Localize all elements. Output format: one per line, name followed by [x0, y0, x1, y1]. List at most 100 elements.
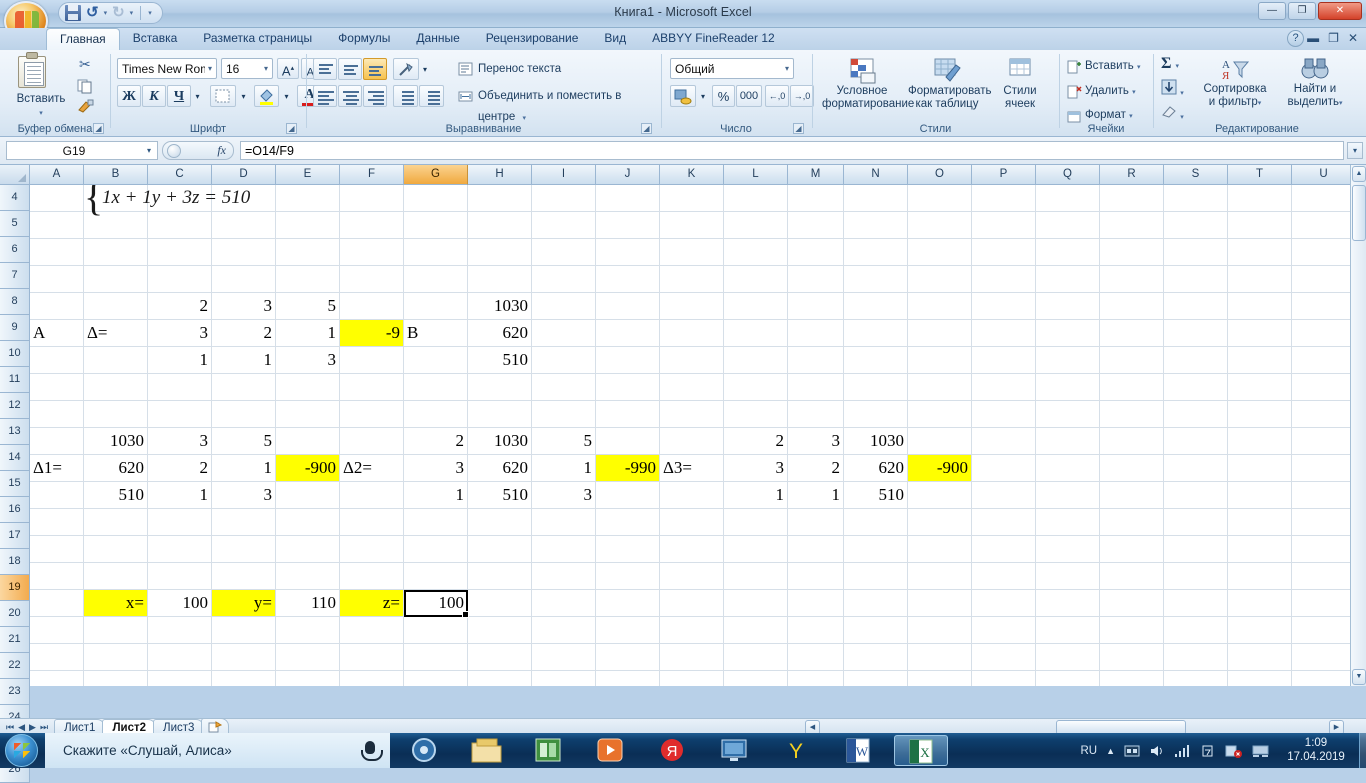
taskbar-yandex[interactable]: Y — [770, 735, 824, 766]
tab-home[interactable]: Главная — [46, 28, 120, 50]
italic-button[interactable]: К — [142, 85, 166, 107]
row-header-8[interactable]: 8 — [0, 289, 30, 315]
cell-area[interactable]: 2 3 5 1030 A Δ= 3 2 1 -9 B 620 1 1 3 510 1030 3 5 2 1030 5 2 3 1… — [30, 185, 1366, 686]
cell-D14[interactable]: 1 — [212, 455, 275, 481]
row-header-20[interactable]: 20 — [0, 601, 30, 627]
power-icon[interactable] — [1200, 744, 1216, 758]
cell-E9[interactable]: 1 — [276, 320, 339, 346]
paste-button[interactable]: Вставить ▾ — [8, 92, 74, 119]
taskbar-yandex-browser[interactable]: Я — [646, 735, 700, 766]
grow-font-button[interactable]: A▴ — [277, 58, 299, 79]
minimize-ribbon-icon[interactable]: ▬ — [1307, 31, 1319, 45]
cell-H8[interactable]: 1030 — [468, 293, 531, 319]
cell-C14[interactable]: 2 — [148, 455, 211, 481]
insert-function-icon[interactable]: fx — [181, 143, 233, 158]
row-header-16[interactable]: 16 — [0, 497, 30, 523]
close-workbook-icon[interactable]: ✕ — [1348, 31, 1358, 45]
cell-H13[interactable]: 1030 — [468, 428, 531, 454]
percent-style-button[interactable]: % — [712, 85, 735, 107]
autosum-button[interactable]: Σ ▾ — [1160, 54, 1180, 74]
align-bottom-button[interactable] — [363, 58, 387, 80]
column-header-O[interactable]: O — [908, 165, 972, 185]
microphone-icon[interactable] — [361, 741, 383, 761]
column-header-R[interactable]: R — [1100, 165, 1164, 185]
cell-G13[interactable]: 2 — [404, 428, 467, 454]
taskbar-excel[interactable]: X — [894, 735, 948, 766]
row-header-18[interactable]: 18 — [0, 549, 30, 575]
cell-K14[interactable]: Δ3= — [660, 455, 723, 481]
cell-E14[interactable]: -900 — [276, 455, 339, 481]
alignment-dialog-launcher[interactable]: ◢ — [641, 123, 652, 134]
taskbar-media-player[interactable] — [398, 735, 452, 766]
format-painter-button[interactable] — [76, 97, 94, 113]
column-header-C[interactable]: C — [148, 165, 212, 185]
find-select-button[interactable]: Найти и выделить▾ — [1278, 56, 1352, 111]
increase-indent-button[interactable] — [419, 85, 444, 107]
taskbar-media-orange[interactable] — [584, 735, 638, 766]
cell-C8[interactable]: 2 — [148, 293, 211, 319]
increase-decimal-button[interactable]: ←,0 — [765, 85, 789, 107]
column-header-F[interactable]: F — [340, 165, 404, 185]
row-header-7[interactable]: 7 — [0, 263, 30, 289]
row-header-12[interactable]: 12 — [0, 393, 30, 419]
currency-dropdown[interactable]: ▾ — [697, 85, 709, 107]
cell-H15[interactable]: 510 — [468, 482, 531, 508]
align-center-button[interactable] — [338, 85, 362, 107]
prev-sheet-icon[interactable]: ◀ — [18, 722, 25, 733]
help-button[interactable]: ? — [1287, 30, 1304, 47]
orientation-dropdown[interactable]: ▾ — [419, 58, 431, 80]
cell-N15[interactable]: 510 — [844, 482, 907, 508]
show-desktop-button[interactable] — [1359, 733, 1366, 768]
cell-H10[interactable]: 510 — [468, 347, 531, 373]
maximize-button[interactable]: ❐ — [1288, 2, 1316, 20]
cell-B15[interactable]: 510 — [84, 482, 147, 508]
cell-G9[interactable]: B — [404, 320, 467, 346]
tab-abbyy-finereader[interactable]: ABBYY FineReader 12 — [639, 28, 788, 50]
align-left-button[interactable] — [313, 85, 337, 107]
security-alert-icon[interactable] — [1225, 744, 1243, 758]
tab-data[interactable]: Данные — [403, 28, 472, 50]
cell-D15[interactable]: 3 — [212, 482, 275, 508]
row-header-14[interactable]: 14 — [0, 445, 30, 471]
copy-button[interactable] — [76, 77, 94, 94]
decrease-indent-button[interactable] — [393, 85, 418, 107]
taskbar-explorer[interactable] — [460, 735, 514, 766]
tab-page-layout[interactable]: Разметка страницы — [190, 28, 325, 50]
currency-button[interactable] — [670, 85, 696, 107]
column-header-I[interactable]: I — [532, 165, 596, 185]
bold-button[interactable]: Ж — [117, 85, 141, 107]
underline-dropdown[interactable]: ▾ — [191, 85, 204, 107]
scroll-up-button[interactable]: ▲ — [1352, 166, 1366, 182]
row-header-15[interactable]: 15 — [0, 471, 30, 497]
column-header-S[interactable]: S — [1164, 165, 1228, 185]
cell-C9[interactable]: 3 — [148, 320, 211, 346]
network-icon[interactable] — [1174, 744, 1191, 758]
last-sheet-icon[interactable]: ⏭ — [40, 722, 48, 733]
underline-button[interactable]: Ч — [167, 85, 191, 107]
cell-L14[interactable]: 3 — [724, 455, 787, 481]
cell-C10[interactable]: 1 — [148, 347, 211, 373]
row-header-17[interactable]: 17 — [0, 523, 30, 549]
sort-filter-button[interactable]: А Я Сортировка и фильтр▾ — [1196, 56, 1274, 111]
cell-D19[interactable]: y= — [212, 590, 275, 616]
cell-styles-button[interactable]: Стили ячеек — [991, 56, 1049, 112]
onscreen-keyboard-icon[interactable] — [1124, 744, 1140, 758]
cell-F14[interactable]: Δ2= — [340, 455, 403, 481]
fill-button[interactable]: ▾ — [1160, 78, 1185, 99]
cell-C13[interactable]: 3 — [148, 428, 211, 454]
vertical-scroll-thumb[interactable] — [1352, 185, 1366, 241]
delete-cells-button[interactable]: Удалить ▾ — [1064, 81, 1137, 101]
start-button[interactable] — [5, 734, 38, 767]
tab-review[interactable]: Рецензирование — [473, 28, 592, 50]
cell-B14[interactable]: 620 — [84, 455, 147, 481]
cell-M13[interactable]: 3 — [788, 428, 843, 454]
fill-color-dropdown[interactable]: ▾ — [280, 85, 293, 107]
cell-A14[interactable]: Δ1= — [30, 455, 83, 481]
cell-I15[interactable]: 3 — [532, 482, 595, 508]
clear-button[interactable]: ▾ — [1160, 102, 1185, 123]
row-header-21[interactable]: 21 — [0, 627, 30, 653]
row-header-9[interactable]: 9 — [0, 315, 30, 341]
cell-I14[interactable]: 1 — [532, 455, 595, 481]
restore-window-icon[interactable]: ❐ — [1328, 31, 1339, 45]
name-box[interactable]: G19 ▾ — [6, 141, 158, 160]
